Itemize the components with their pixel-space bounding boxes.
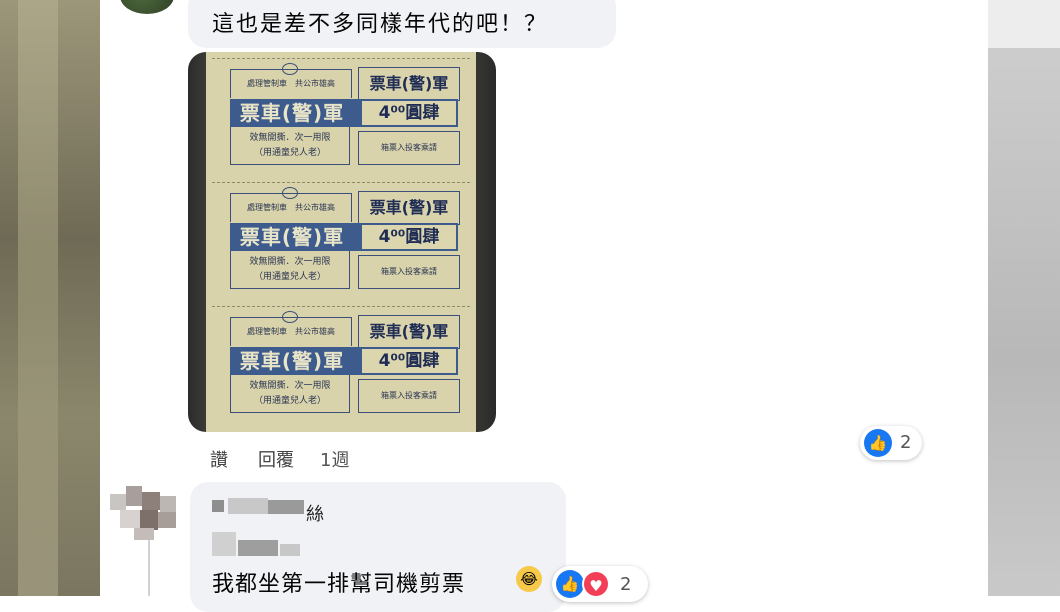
blurred-name	[268, 500, 304, 514]
ticket-instruction: 箱票入投客乘請	[358, 255, 460, 289]
ticket-issuer: 處理管制車 共公市雄高	[230, 193, 352, 222]
ticket-title: 票車(警)軍	[358, 315, 460, 349]
ticket-terms-line1: 效無開撕．次一用限	[249, 257, 331, 267]
ticket-issuer: 處理管制車 共公市雄高	[230, 69, 352, 98]
ticket-title: 票車(警)軍	[358, 191, 460, 225]
ticket-strip: 處理管制車 共公市雄高 票車(警)軍 票車(警)軍 4⁰⁰圓肆 效無開撕．次一用…	[206, 52, 476, 432]
ticket-band-title: 票車(警)軍	[239, 349, 345, 373]
reaction-count: 2	[620, 574, 632, 595]
bus-ticket: 處理管制車 共公市雄高 票車(警)軍 票車(警)軍 4⁰⁰圓肆 效無開撕．次一用…	[212, 58, 470, 177]
thread-line	[148, 536, 150, 596]
comment-actions: 讚 回覆 1週	[210, 446, 379, 472]
ticket-terms: 效無開撕．次一用限 （用通童兒人老）	[230, 127, 350, 165]
ticket-terms-line2: （用通童兒人老）	[253, 272, 326, 282]
ticket-issuer: 處理管制車 共公市雄高	[230, 317, 352, 346]
ticket-title: 票車(警)軍	[358, 67, 460, 101]
reaction-badge[interactable]: 👍 ♥ 2	[552, 566, 648, 602]
ticket-terms: 效無開撕．次一用限 （用通童兒人老）	[230, 375, 350, 413]
thumbs-up-icon: 👍	[556, 570, 584, 598]
blurred-subtitle	[238, 540, 278, 556]
comment-text: 這也是差不多同樣年代的吧！？	[212, 12, 549, 37]
reply-link[interactable]: 回覆	[258, 446, 294, 472]
comment-bubble: 這也是差不多同樣年代的吧！？	[188, 0, 616, 48]
commenter-name-suffix[interactable]: 絲	[306, 500, 324, 526]
heart-icon: ♥	[582, 570, 610, 598]
ticket-photo[interactable]: 處理管制車 共公市雄高 票車(警)軍 票車(警)軍 4⁰⁰圓肆 效無開撕．次一用…	[188, 52, 496, 432]
right-top-band	[988, 0, 1060, 48]
ticket-band-title: 票車(警)軍	[239, 101, 345, 125]
ticket-price: 4⁰⁰圓肆	[362, 225, 456, 249]
blurred-subtitle	[212, 532, 236, 556]
reaction-badge[interactable]: 👍 2	[860, 426, 922, 460]
ticket-instruction: 箱票入投客乘請	[358, 131, 460, 165]
ticket-terms-line1: 效無開撕．次一用限	[249, 133, 331, 143]
ticket-terms-line1: 效無開撕．次一用限	[249, 381, 331, 391]
avatar[interactable]	[110, 486, 186, 540]
bus-ticket: 處理管制車 共公市雄高 票車(警)軍 票車(警)軍 4⁰⁰圓肆 效無開撕．次一用…	[212, 306, 470, 425]
timestamp[interactable]: 1週	[320, 446, 349, 472]
ticket-band-title: 票車(警)軍	[239, 225, 345, 249]
comment-text: 我都坐第一排幫司機剪票	[212, 572, 466, 597]
avatar[interactable]	[120, 0, 174, 14]
blurred-name	[228, 498, 268, 514]
ticket-terms-line2: （用通童兒人老）	[253, 148, 326, 158]
blurred-subtitle	[280, 544, 300, 556]
blurred-left-background	[0, 0, 100, 596]
blurred-right-background	[988, 0, 1060, 596]
like-link[interactable]: 讚	[210, 446, 228, 472]
ticket-price: 4⁰⁰圓肆	[362, 349, 456, 373]
reaction-count: 2	[900, 432, 912, 453]
bus-ticket: 處理管制車 共公市雄高 票車(警)軍 票車(警)軍 4⁰⁰圓肆 效無開撕．次一用…	[212, 182, 470, 301]
thumbs-up-icon: 👍	[864, 429, 892, 457]
blurred-name	[212, 500, 224, 512]
laughing-emoji-icon: 😂	[516, 566, 542, 592]
ticket-instruction: 箱票入投客乘請	[358, 379, 460, 413]
ticket-terms: 效無開撕．次一用限 （用通童兒人老）	[230, 251, 350, 289]
ticket-terms-line2: （用通童兒人老）	[253, 396, 326, 406]
ticket-price: 4⁰⁰圓肆	[362, 101, 456, 125]
